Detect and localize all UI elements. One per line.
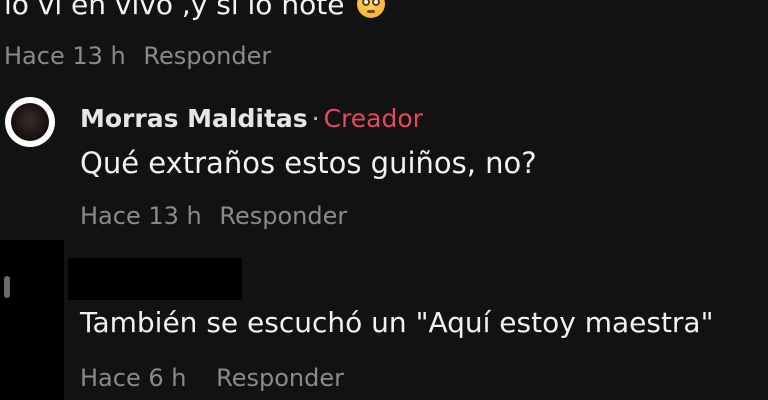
creator-reply-timestamp: Hace 13 h: [80, 202, 202, 230]
reply-button[interactable]: Responder: [219, 202, 347, 230]
user-reply-meta: Hace 6 h Responder: [80, 364, 344, 392]
creator-avatar-image: [11, 103, 49, 141]
reply-button[interactable]: Responder: [143, 42, 271, 70]
flushed-face-icon: [357, 0, 386, 18]
avatar-edge: [4, 276, 10, 298]
creator-badge: Creador: [323, 104, 423, 133]
redacted-avatar: [0, 240, 64, 400]
user-reply-text: También se escuchó un "Aquí estoy maestr…: [80, 306, 714, 339]
top-comment-meta: Hace 13 h Responder: [4, 42, 271, 70]
creator-author-line: Morras Malditas · Creador: [80, 104, 423, 133]
user-reply-timestamp: Hace 6 h: [80, 364, 187, 392]
redacted-username: [68, 258, 242, 300]
comments-thread: lo vi en vivo ,y si lo note Hace 13 h Re…: [0, 0, 768, 400]
top-comment-body: lo vi en vivo ,y si lo note: [4, 0, 345, 21]
creator-avatar[interactable]: [5, 97, 55, 147]
creator-reply-text: Qué extraños estos guiños, no?: [80, 146, 537, 180]
top-comment-text: lo vi en vivo ,y si lo note: [4, 0, 386, 22]
top-comment-timestamp: Hace 13 h: [4, 42, 126, 70]
creator-reply-meta: Hace 13 h Responder: [80, 202, 347, 230]
reply-button[interactable]: Responder: [216, 364, 344, 392]
author-separator: ·: [311, 104, 320, 133]
creator-name[interactable]: Morras Malditas: [80, 104, 308, 133]
